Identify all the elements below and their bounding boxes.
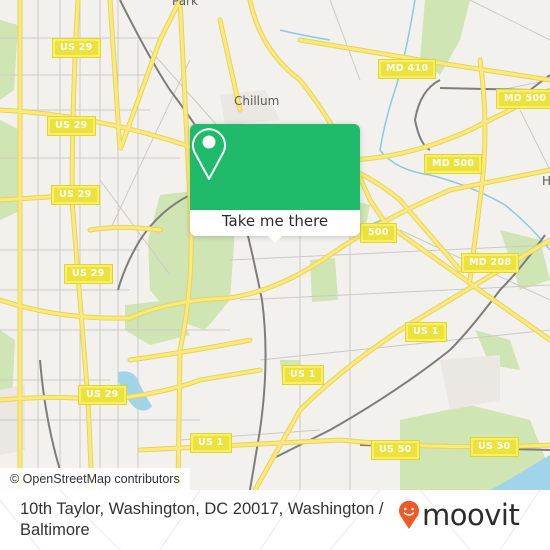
place-label-park: Park xyxy=(172,0,198,8)
route-shield: US 29 xyxy=(47,116,96,136)
route-shield: US 50 xyxy=(371,440,420,460)
route-shield: US 1 xyxy=(405,322,447,342)
moovit-pin-smile-icon xyxy=(399,500,419,529)
map-attribution[interactable]: © OpenStreetMap contributors xyxy=(0,468,190,490)
place-label-h: H xyxy=(542,174,550,188)
footer: 10th Taylor, Washington, DC 20017, Washi… xyxy=(0,490,550,550)
map[interactable]: Park Chillum H US 29 US 29 US 29 US 29 U… xyxy=(0,0,550,490)
location-pin-icon xyxy=(192,128,226,180)
map-base xyxy=(0,0,550,490)
route-shield: MD 410 xyxy=(377,59,437,79)
route-shield: US 1 xyxy=(282,365,324,385)
location-popup: Take me there xyxy=(190,124,360,243)
route-shield: US 1 xyxy=(190,433,232,453)
moovit-logo[interactable]: moovit xyxy=(398,498,520,532)
popup-header xyxy=(190,124,360,210)
route-shield: US 50 xyxy=(470,437,519,457)
route-shield: MD 500 xyxy=(423,154,483,174)
route-shield: MD 500 xyxy=(495,89,550,109)
route-shield: MD 208 xyxy=(460,253,520,273)
address-text: 10th Taylor, Washington, DC 20017, Washi… xyxy=(20,500,384,539)
route-shield: US 29 xyxy=(51,185,100,205)
park-areas xyxy=(0,0,550,490)
route-shield: US 29 xyxy=(64,264,113,284)
route-shield: US 29 xyxy=(52,38,101,58)
moovit-wordmark: moovit xyxy=(422,498,520,532)
take-me-there-button[interactable]: Take me there xyxy=(190,210,360,236)
place-label-chillum: Chillum xyxy=(234,94,280,108)
route-shield: 500 xyxy=(360,223,397,243)
route-shield: US 29 xyxy=(78,385,127,405)
popup-pointer xyxy=(267,235,283,243)
